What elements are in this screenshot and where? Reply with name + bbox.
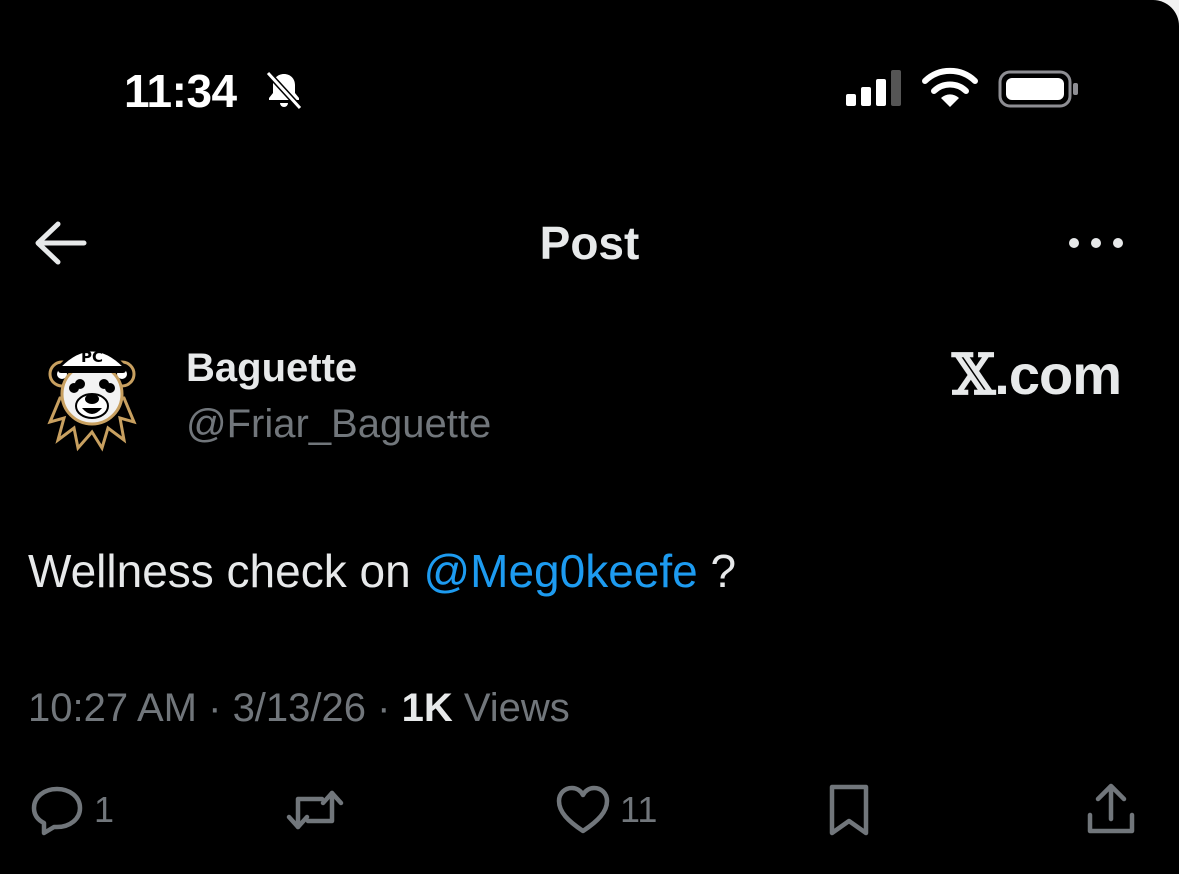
meta-separator: · <box>366 686 402 730</box>
bookmark-button[interactable] <box>820 780 878 840</box>
share-button[interactable] <box>1082 780 1140 840</box>
post-screen: 11:34 Post PC Baguette @Friar_Baguette 𝕏… <box>0 0 1179 874</box>
author-display-name[interactable]: Baguette <box>186 346 357 391</box>
post-text: Wellness check on @Meg0keefe ? <box>28 544 736 598</box>
x-com-watermark: 𝕏.com <box>951 342 1122 408</box>
post-text-before: Wellness check on <box>28 545 424 597</box>
reply-button[interactable]: 1 <box>28 780 114 840</box>
share-icon <box>1087 783 1135 834</box>
post-time: 10:27 AM <box>28 686 198 730</box>
repost-button[interactable] <box>286 780 344 840</box>
avatar-cap-text: PC <box>81 348 103 366</box>
bookmark-icon <box>829 784 869 836</box>
status-time: 11:34 <box>124 65 237 117</box>
post-text-after: ? <box>697 545 737 597</box>
battery-icon <box>998 70 1078 108</box>
avatar[interactable]: PC <box>40 336 144 452</box>
bell-slash-icon <box>265 70 303 111</box>
repost-icon <box>286 790 344 830</box>
reply-icon <box>31 786 83 836</box>
wifi-icon <box>922 67 978 107</box>
views-label[interactable]: Views <box>453 686 570 730</box>
reply-count: 1 <box>94 789 115 830</box>
cellular-signal-icon <box>846 70 901 106</box>
post-date: 3/13/26 <box>232 686 367 730</box>
heart-icon <box>556 785 610 834</box>
like-count: 11 <box>620 789 658 830</box>
watermark-text: .com <box>994 343 1122 406</box>
author-handle[interactable]: @Friar_Baguette <box>186 402 491 447</box>
x-logo-icon: 𝕏 <box>951 342 995 408</box>
more-options-icon[interactable] <box>1064 228 1128 258</box>
post-mention-link[interactable]: @Meg0keefe <box>423 545 697 597</box>
page-title: Post <box>539 217 640 269</box>
like-button[interactable]: 11 <box>554 780 657 840</box>
post-meta: 10:27 AM · 3/13/26 · 1K Views <box>28 686 570 731</box>
meta-separator: · <box>197 686 233 730</box>
views-count[interactable]: 1K <box>402 686 453 730</box>
